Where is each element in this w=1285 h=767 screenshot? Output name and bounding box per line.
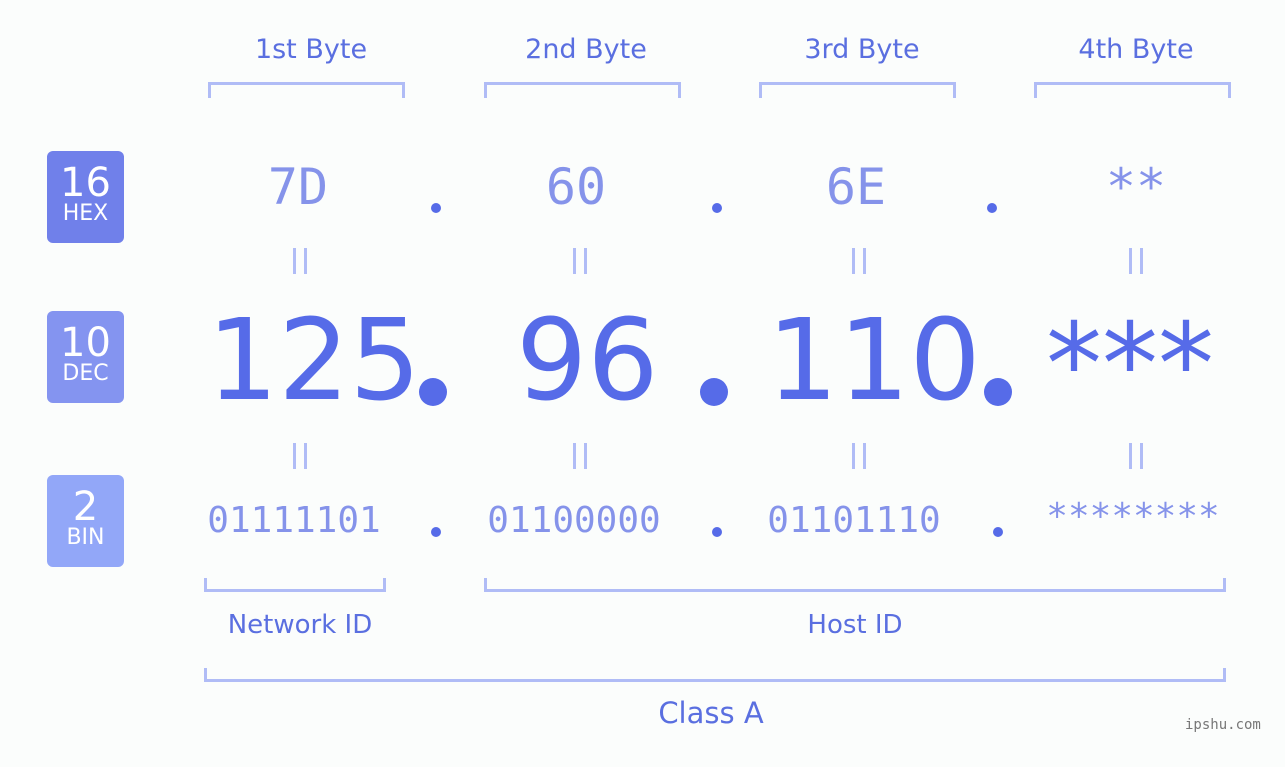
bin-badge: 2 BIN	[47, 475, 124, 567]
equals-icon	[1129, 248, 1143, 274]
network-id-label: Network ID	[227, 610, 373, 640]
class-label: Class A	[658, 696, 764, 730]
byte-label-3: 3rd Byte	[804, 34, 920, 65]
hex-dot-1	[431, 203, 441, 213]
bin-byte-3: 01101110	[767, 500, 941, 541]
watermark: ipshu.com	[1185, 717, 1261, 733]
hex-badge: 16 HEX	[47, 151, 124, 243]
dec-dot-3	[984, 378, 1012, 406]
network-id-bracket	[204, 578, 386, 592]
hex-dot-2	[712, 203, 722, 213]
dec-base: 10	[60, 320, 111, 366]
equals-icon	[852, 248, 866, 274]
host-id-label: Host ID	[807, 610, 903, 640]
hex-byte-2: 60	[545, 158, 607, 216]
bin-dot-1	[431, 527, 441, 537]
byte-label-2: 2nd Byte	[525, 34, 647, 65]
bin-byte-2: 01100000	[487, 500, 661, 541]
equals-icon	[852, 443, 866, 469]
equals-icon	[293, 443, 307, 469]
bin-byte-1: 01111101	[207, 500, 381, 541]
byte-bracket-1	[208, 82, 405, 98]
bin-label: BIN	[66, 525, 105, 550]
bin-byte-4: ********	[1046, 496, 1220, 537]
dec-byte-2: 96	[516, 296, 659, 426]
equals-icon	[573, 248, 587, 274]
byte-bracket-3	[759, 82, 956, 98]
hex-byte-4: **	[1105, 158, 1167, 216]
dec-byte-3: 110	[767, 296, 981, 426]
equals-icon	[293, 248, 307, 274]
hex-byte-1: 7D	[267, 158, 329, 216]
bin-dot-2	[712, 527, 722, 537]
hex-label: HEX	[62, 201, 109, 226]
dec-byte-1: 125	[207, 296, 421, 426]
host-id-bracket	[484, 578, 1226, 592]
dec-badge: 10 DEC	[47, 311, 124, 403]
hex-dot-3	[987, 203, 997, 213]
byte-bracket-4	[1034, 82, 1231, 98]
bin-dot-3	[993, 527, 1003, 537]
equals-icon	[1129, 443, 1143, 469]
byte-label-4: 4th Byte	[1078, 34, 1194, 65]
byte-bracket-2	[484, 82, 681, 98]
dec-byte-4: ***	[1046, 300, 1214, 430]
dec-label: DEC	[62, 361, 109, 386]
equals-icon	[573, 443, 587, 469]
hex-base: 16	[60, 160, 111, 206]
class-bracket	[204, 668, 1226, 682]
byte-label-1: 1st Byte	[254, 34, 368, 65]
dec-dot-2	[700, 378, 728, 406]
hex-byte-3: 6E	[825, 158, 887, 216]
dec-dot-1	[419, 378, 447, 406]
bin-base: 2	[72, 484, 99, 530]
